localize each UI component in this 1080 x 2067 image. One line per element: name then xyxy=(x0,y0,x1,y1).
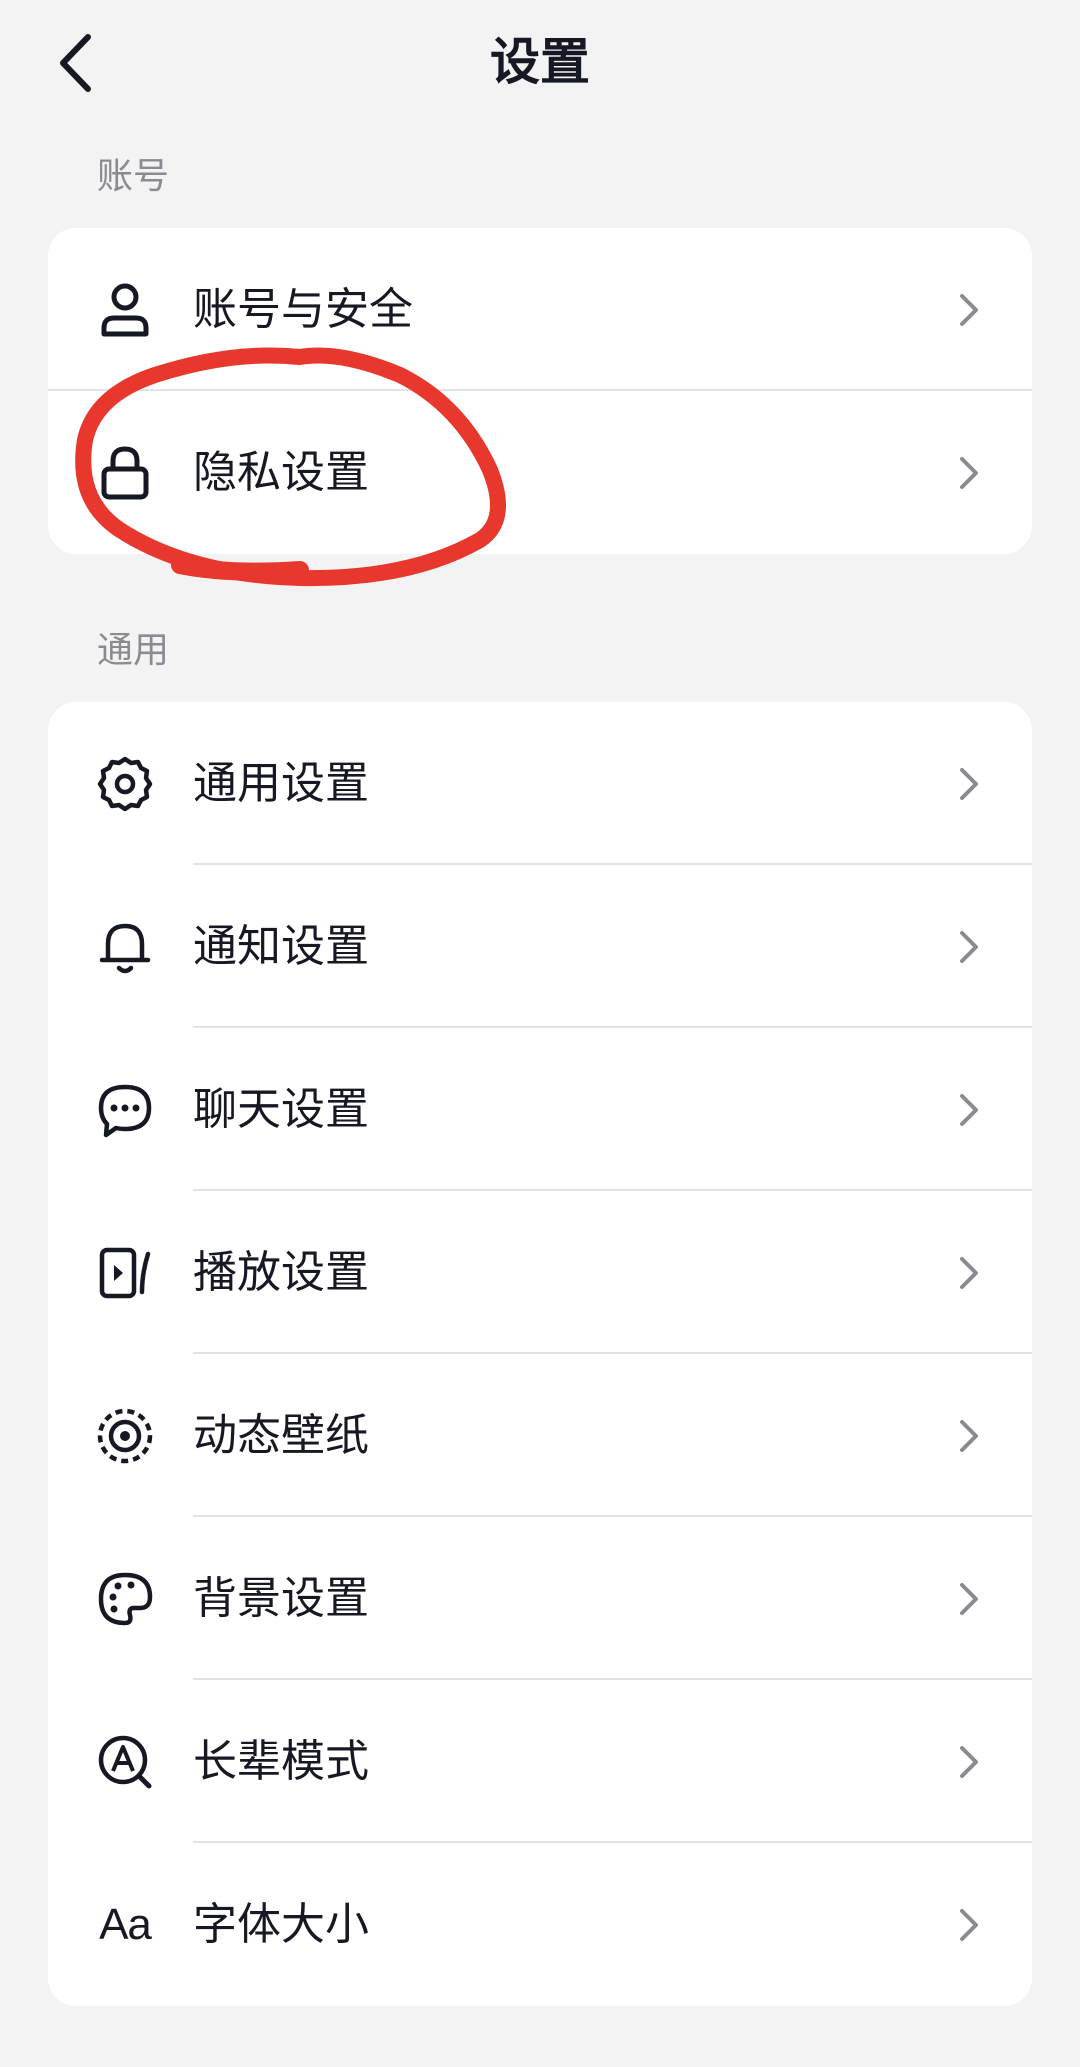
chat-bubble-icon xyxy=(96,1081,154,1139)
bell-icon xyxy=(96,918,154,976)
user-icon xyxy=(96,281,154,339)
settings-row-label: 动态壁纸 xyxy=(193,1409,369,1461)
section-label-general: 通用 xyxy=(97,630,170,671)
settings-row-background[interactable]: 背景设置 xyxy=(48,1517,1032,1680)
chevron-right-icon xyxy=(954,1089,984,1131)
settings-row-account-security[interactable]: 账号与安全 xyxy=(48,228,1032,391)
settings-row-label: 账号与安全 xyxy=(193,283,413,335)
chevron-right-icon xyxy=(954,1904,984,1946)
settings-row-playback[interactable]: 播放设置 xyxy=(48,1191,1032,1354)
play-screen-icon xyxy=(96,1244,154,1302)
live-wallpaper-icon xyxy=(96,1407,154,1465)
lock-icon xyxy=(96,444,154,502)
settings-row-label: 隐私设置 xyxy=(193,446,369,498)
settings-row-font-size[interactable]: Aa 字体大小 xyxy=(48,1843,1032,2006)
settings-row-live-wallpaper[interactable]: 动态壁纸 xyxy=(48,1354,1032,1517)
font-size-icon: Aa xyxy=(96,1896,154,1954)
elder-mode-icon xyxy=(96,1733,154,1791)
chevron-right-icon xyxy=(954,452,984,494)
settings-row-label: 通用设置 xyxy=(193,757,369,809)
chevron-right-icon xyxy=(954,1415,984,1457)
chevron-right-icon xyxy=(954,1578,984,1620)
settings-row-privacy[interactable]: 隐私设置 xyxy=(48,391,1032,554)
settings-row-elder-mode[interactable]: 长辈模式 xyxy=(48,1680,1032,1843)
settings-row-notifications[interactable]: 通知设置 xyxy=(48,865,1032,1028)
page-title: 设置 xyxy=(490,33,590,91)
settings-row-label: 播放设置 xyxy=(193,1246,369,1298)
settings-row-label: 聊天设置 xyxy=(193,1083,369,1135)
palette-icon xyxy=(96,1570,154,1628)
chevron-right-icon xyxy=(954,763,984,805)
general-card: 通用设置 通知设置 聊天设置 播放设置 动态壁纸 背景设置 长辈模式 Aa 字体… xyxy=(48,702,1032,2006)
section-label-account: 账号 xyxy=(97,156,170,197)
settings-row-chat[interactable]: 聊天设置 xyxy=(48,1028,1032,1191)
font-size-icon-text: Aa xyxy=(99,1899,152,1949)
settings-row-label: 通知设置 xyxy=(193,920,369,972)
settings-row-label: 背景设置 xyxy=(193,1572,369,1624)
gear-icon xyxy=(96,755,154,813)
chevron-right-icon xyxy=(954,289,984,331)
settings-row-label: 长辈模式 xyxy=(193,1735,369,1787)
settings-row-label: 字体大小 xyxy=(193,1898,369,1950)
chevron-right-icon xyxy=(954,926,984,968)
chevron-right-icon xyxy=(954,1741,984,1783)
account-card: 账号与安全 隐私设置 xyxy=(48,228,1032,554)
settings-row-general[interactable]: 通用设置 xyxy=(48,702,1032,865)
header-bar: 设置 xyxy=(0,0,1080,125)
chevron-right-icon xyxy=(954,1252,984,1294)
